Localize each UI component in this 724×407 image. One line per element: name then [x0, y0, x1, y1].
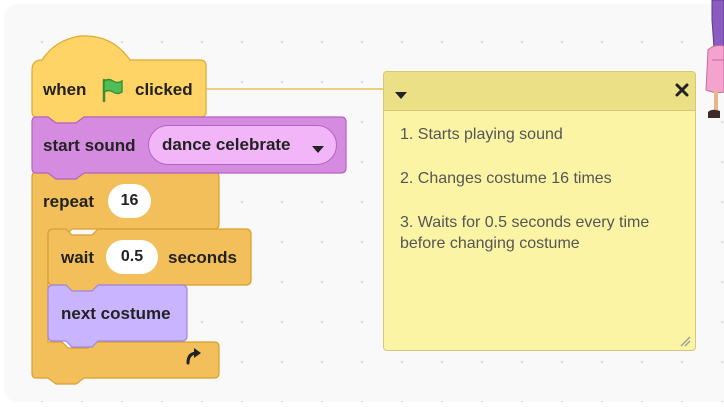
comment-line: 1. Starts playing sound — [400, 126, 563, 143]
green-flag-icon — [98, 76, 126, 104]
next-costume-label: next costume — [61, 304, 171, 323]
sprite-character — [705, 0, 724, 118]
repeat-label: repeat — [43, 192, 95, 211]
comment-line: 3. Waits for 0.5 seconds every time befo… — [400, 214, 650, 252]
collapse-chevron-icon[interactable] — [395, 87, 407, 105]
wait-label: wait — [61, 248, 95, 267]
seconds-label: seconds — [168, 248, 237, 267]
sound-name: dance celebrate — [162, 135, 291, 154]
clicked-label: clicked — [135, 80, 193, 99]
close-icon[interactable] — [674, 82, 690, 103]
when-label: when — [43, 80, 87, 99]
wait-seconds-input[interactable]: 0.5 — [106, 240, 158, 274]
repeat-count-value: 16 — [120, 192, 139, 209]
start-sound-label: start sound — [43, 136, 136, 155]
loop-arrow-icon — [184, 347, 204, 367]
comment-header[interactable] — [384, 72, 695, 111]
chevron-down-icon — [312, 141, 324, 159]
comment-line: 2. Changes costume 16 times — [400, 170, 612, 187]
repeat-count-input[interactable]: 16 — [108, 184, 151, 218]
wait-seconds-value: 0.5 — [120, 248, 144, 265]
resize-handle-icon[interactable] — [679, 334, 691, 352]
sound-dropdown[interactable]: dance celebrate — [148, 125, 337, 165]
comment-note[interactable]: 1. Starts playing sound 2. Changes costu… — [383, 71, 696, 351]
